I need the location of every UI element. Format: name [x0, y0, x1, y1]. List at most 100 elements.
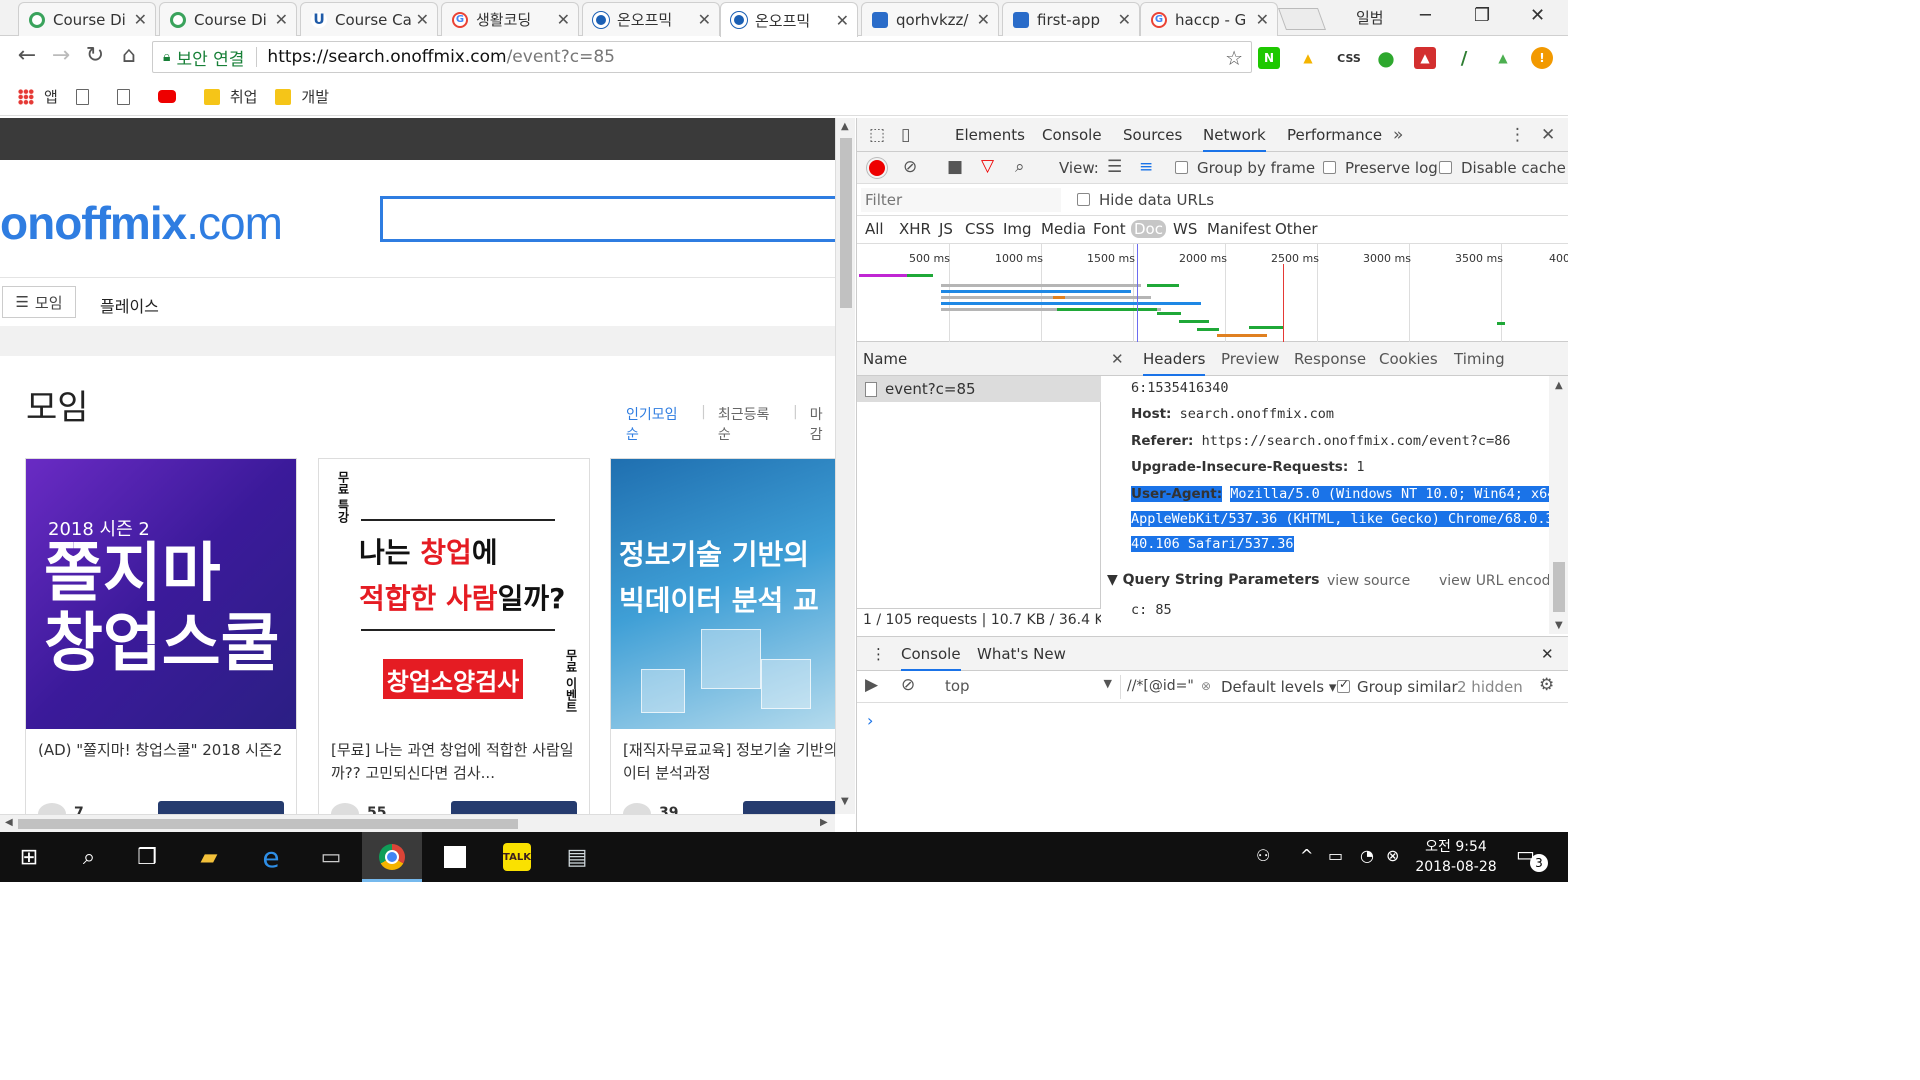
browser-tab[interactable]: first-app ✕	[1002, 2, 1140, 36]
system-clock[interactable]: 오전 9:54 2018-08-28	[1410, 837, 1502, 877]
close-tab-icon[interactable]: ✕	[557, 10, 570, 29]
address-bar[interactable]: 🔒︎ 보안 연결 https://search.onoffmix.com/eve…	[152, 41, 1252, 73]
group-similar-checkbox[interactable]: ✓	[1337, 677, 1350, 693]
preserve-log-checkbox[interactable]	[1323, 161, 1336, 174]
command-prompt-icon[interactable]: ▭	[314, 840, 348, 874]
apply-button[interactable]	[451, 801, 577, 814]
sidebar-toggle-icon[interactable]: ▶	[865, 675, 878, 695]
windows-start-icon[interactable]: ⊞	[12, 840, 46, 874]
bookmark-page[interactable]	[75, 88, 99, 105]
type-filter-other[interactable]: Other	[1275, 220, 1318, 238]
green-dot-extension-icon[interactable]: ●	[1375, 46, 1397, 70]
event-title[interactable]: [무료] 나는 과연 창업에 적합한 사람일까?? 고민되신다면 검사...	[331, 739, 581, 785]
close-tab-icon[interactable]: ✕	[275, 10, 288, 29]
disable-cache-checkbox[interactable]	[1439, 161, 1452, 174]
site-logo[interactable]: onoffmix.com	[0, 196, 283, 250]
event-thumbnail[interactable]: 정보기술 기반의 빅데이터 분석 교	[611, 459, 835, 729]
sort-deadline[interactable]: 마감	[810, 404, 835, 444]
close-drawer-icon[interactable]: ✕	[1541, 645, 1554, 663]
type-filter-media[interactable]: Media	[1041, 220, 1086, 238]
css-extension-icon[interactable]: CSS	[1334, 47, 1364, 69]
event-thumbnail[interactable]: 2018 시즌 2 쫄지마 창업스쿨	[26, 459, 296, 729]
scroll-up-icon[interactable]: ▲	[1555, 380, 1563, 391]
bookmark-youtube[interactable]	[157, 90, 186, 103]
kakaotalk-icon[interactable]: TALK	[500, 840, 534, 874]
update-alert-icon[interactable]: !	[1531, 47, 1553, 69]
browser-tab[interactable]: Course Di ✕	[159, 2, 297, 36]
tab-headers[interactable]: Headers	[1143, 350, 1206, 376]
tab-preview[interactable]: Preview	[1221, 350, 1279, 368]
tab-elements[interactable]: Elements	[955, 126, 1025, 144]
wifi-icon[interactable]: ◔	[1360, 846, 1374, 865]
pdf-extension-icon[interactable]: ▲	[1414, 47, 1436, 69]
context-select[interactable]: top ▼	[929, 675, 1121, 699]
close-window-icon[interactable]: ✕	[1530, 5, 1545, 26]
scroll-left-icon[interactable]: ◀	[5, 817, 13, 828]
type-filter-doc[interactable]: Doc	[1131, 220, 1166, 238]
console-settings-icon[interactable]: ⚙	[1539, 675, 1554, 695]
profile-label[interactable]: 일범	[1356, 7, 1384, 28]
scroll-thumb[interactable]	[18, 819, 518, 829]
event-card[interactable]: 2018 시즌 2 쫄지마 창업스쿨 (AD) "쫄지마! 창업스쿨" 2018…	[25, 458, 297, 814]
close-tab-icon[interactable]: ✕	[416, 10, 429, 29]
back-icon[interactable]: ←	[12, 43, 42, 68]
bookmark-star-icon[interactable]: ☆	[1225, 46, 1243, 70]
tab-console[interactable]: Console	[1042, 126, 1102, 144]
sort-popular[interactable]: 인기모임순	[626, 404, 689, 444]
nav-place-link[interactable]: 플레이스	[100, 293, 159, 317]
event-thumbnail[interactable]: 무료 특강 나는 창업에 적합한 사람일까? 창업소양검사 무료 이벤트	[319, 459, 589, 729]
detail-scrollbar[interactable]: ▲ ▼	[1549, 376, 1568, 634]
new-tab-button[interactable]	[1277, 8, 1327, 30]
scroll-thumb[interactable]	[1553, 562, 1565, 612]
network-overview[interactable]: 500 ms 1000 ms 1500 ms 2000 ms 2500 ms 3…	[857, 244, 1568, 342]
close-tab-icon[interactable]: ✕	[977, 10, 990, 29]
maximize-icon[interactable]: ❐	[1474, 5, 1490, 26]
clear-filter-icon[interactable]: ⊗	[1201, 679, 1211, 693]
screenshot-icon[interactable]: ■	[947, 157, 963, 177]
tab-whats-new[interactable]: What's New	[977, 645, 1066, 663]
apply-button[interactable]	[743, 801, 835, 814]
group-by-frame-checkbox[interactable]	[1175, 161, 1188, 174]
clear-console-icon[interactable]: ⊘	[901, 675, 915, 695]
sticky-notes-icon[interactable]	[438, 840, 472, 874]
scroll-right-icon[interactable]: ▶	[820, 817, 828, 828]
tray-overflow-icon[interactable]: ^	[1300, 846, 1313, 865]
inspect-icon[interactable]: ⬚	[869, 125, 885, 145]
tab-performance[interactable]: Performance	[1287, 126, 1382, 144]
filter-input[interactable]	[861, 188, 1061, 212]
close-tab-icon[interactable]: ✕	[836, 11, 849, 30]
close-tab-icon[interactable]: ✕	[1118, 10, 1131, 29]
puzzle-extension-icon[interactable]: ▲	[1492, 47, 1514, 69]
scroll-thumb[interactable]	[840, 138, 852, 308]
tab-console-drawer[interactable]: Console	[901, 645, 961, 671]
type-filter-xhr[interactable]: XHR	[899, 220, 931, 238]
like-icon[interactable]	[331, 803, 359, 814]
drawer-menu-icon[interactable]: ⋮	[871, 645, 886, 663]
hide-data-urls-checkbox[interactable]	[1077, 193, 1090, 206]
device-toolbar-icon[interactable]: ▯	[901, 125, 910, 145]
tab-timing[interactable]: Timing	[1454, 350, 1505, 368]
close-detail-icon[interactable]: ✕	[1111, 350, 1124, 368]
drive-extension-icon[interactable]: ▲	[1297, 47, 1319, 69]
battery-icon[interactable]: ▭	[1328, 846, 1343, 865]
browser-tab[interactable]: G 생활코딩 ✕	[441, 2, 579, 36]
bookmark-page[interactable]	[116, 88, 140, 105]
close-tab-icon[interactable]: ✕	[1256, 10, 1269, 29]
console-prompt[interactable]: ›	[867, 711, 873, 730]
tab-response[interactable]: Response	[1294, 350, 1366, 368]
event-card[interactable]: 무료 특강 나는 창업에 적합한 사람일까? 창업소양검사 무료 이벤트 [무료…	[318, 458, 590, 814]
view-url-encoded-link[interactable]: view URL encode	[1439, 573, 1549, 589]
type-filter-ws[interactable]: WS	[1173, 220, 1197, 238]
file-explorer-icon[interactable]: ▰	[192, 840, 226, 874]
waterfall-view-icon[interactable]: ≡	[1139, 157, 1153, 177]
type-filter-all[interactable]: All	[865, 220, 884, 238]
browser-tab[interactable]: qorhvkzz/ ✕	[861, 2, 999, 36]
like-icon[interactable]	[623, 803, 651, 814]
tab-network[interactable]: Network	[1203, 126, 1266, 152]
close-devtools-icon[interactable]: ✕	[1541, 125, 1555, 145]
record-icon[interactable]	[869, 160, 885, 176]
people-icon[interactable]: ⚇	[1256, 846, 1270, 865]
more-tabs-icon[interactable]: »	[1393, 125, 1403, 145]
pen-extension-icon[interactable]: /	[1453, 47, 1475, 69]
console-filter-input[interactable]: //*[@id=" ⊗	[1121, 675, 1211, 699]
